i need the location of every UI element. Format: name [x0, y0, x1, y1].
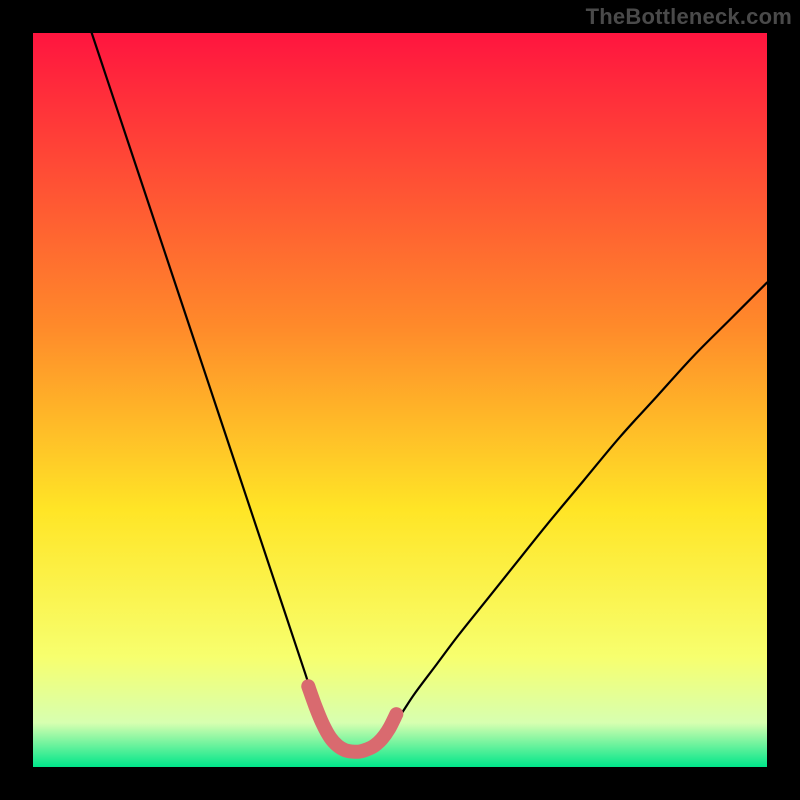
chart-frame: TheBottleneck.com: [0, 0, 800, 800]
gradient-background: [33, 33, 767, 767]
bottleneck-chart: [33, 33, 767, 767]
watermark-text: TheBottleneck.com: [586, 4, 792, 30]
